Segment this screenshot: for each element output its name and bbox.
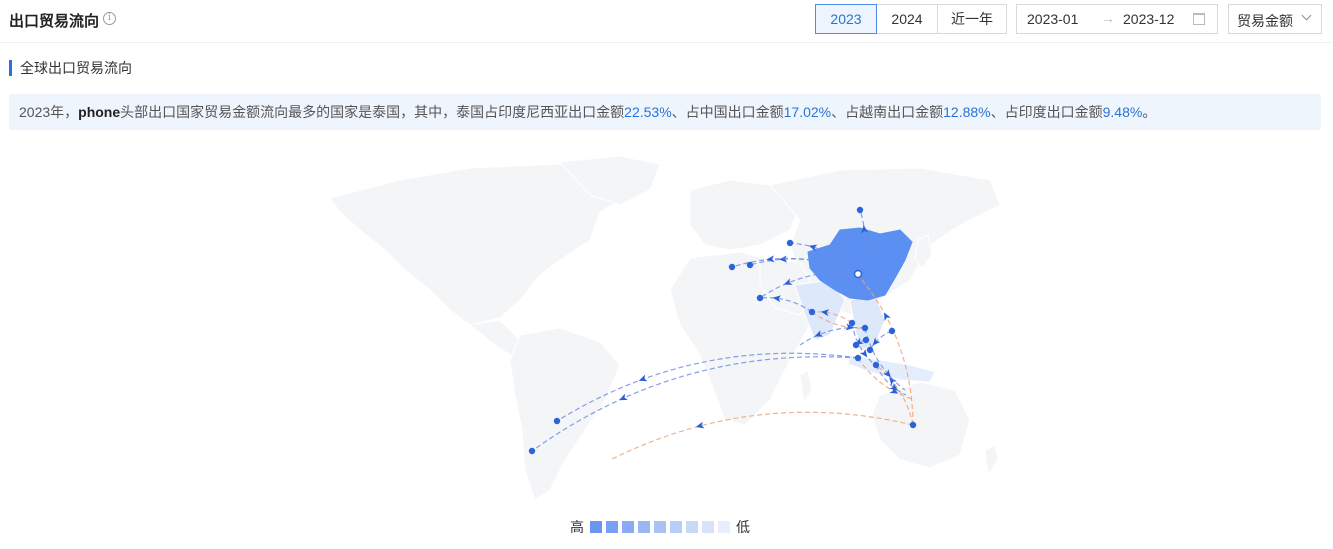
date-range-start[interactable]: 2023-01 [1027, 11, 1078, 27]
legend-swatch [622, 521, 634, 533]
summary-text3: 、占越南出口金额 [831, 104, 944, 120]
world-map-land [329, 155, 1001, 501]
flow-endpoint[interactable] [728, 263, 736, 271]
calendar-icon[interactable] [1193, 13, 1205, 25]
summary-text: 2023年，phone头部出口国家贸易金额流向最多的国家是泰国，其中，泰国占印度… [9, 94, 1321, 130]
summary-product: phone [78, 104, 121, 120]
summary-text1: 头部出口国家贸易金额流向最多的国家是泰国，其中，泰国占印度尼西亚出口金额 [120, 104, 625, 120]
tab-2024[interactable]: 2024 [876, 4, 938, 34]
summary-pct3: 12.88% [943, 104, 991, 120]
tab-last-year[interactable]: 近一年 [937, 4, 1007, 34]
summary-prefix: 2023年， [19, 104, 79, 120]
legend-swatch [670, 521, 682, 533]
flow-endpoint[interactable] [856, 206, 864, 214]
land-madagascar [799, 369, 813, 404]
section-title: 全球出口贸易流向 [9, 60, 132, 76]
page-header: 出口贸易流向 i 2023 2024 近一年 2023-01 → 2023-12… [0, 0, 1333, 43]
flow-endpoint[interactable] [746, 261, 754, 269]
flow-endpoint[interactable] [861, 324, 869, 332]
date-range-end[interactable]: 2023-12 [1123, 11, 1174, 27]
date-range-separator: → [1101, 10, 1115, 26]
flow-arrow-icon [695, 421, 705, 429]
legend-swatch [718, 521, 730, 533]
summary-banner: 2023年，phone头部出口国家贸易金额流向最多的国家是泰国，其中，泰国占印度… [9, 94, 1321, 130]
flow-endpoint[interactable] [866, 346, 874, 354]
land-new-zealand [984, 444, 999, 477]
flow-endpoint[interactable] [808, 308, 816, 316]
flow-endpoint[interactable] [909, 421, 917, 429]
chevron-down-icon[interactable] [1301, 10, 1312, 21]
tab-2023[interactable]: 2023 [815, 4, 877, 34]
legend-swatch [606, 521, 618, 533]
flow-origin-point[interactable] [853, 269, 863, 279]
summary-suffix: 。 [1142, 104, 1157, 120]
metric-select[interactable]: 贸易金额 [1228, 4, 1322, 34]
metric-select-value: 贸易金额 [1237, 13, 1293, 29]
flow-endpoint[interactable] [756, 294, 764, 302]
flow-endpoint[interactable] [786, 239, 794, 247]
flow-endpoint[interactable] [528, 447, 536, 455]
summary-text4: 、占印度出口金额 [990, 104, 1103, 120]
summary-pct2: 17.02% [783, 104, 832, 120]
flow-arrow-icon [619, 393, 628, 401]
land-south-america [509, 327, 621, 501]
summary-text2: 、占中国出口金额 [671, 104, 784, 120]
trade-flow-map[interactable] [0, 150, 1333, 512]
flow-arrow-icon [638, 374, 648, 382]
legend-swatch [702, 521, 714, 533]
legend-swatch [686, 521, 698, 533]
summary-pct1: 22.53% [624, 104, 672, 120]
date-range-picker[interactable]: 2023-01 → 2023-12 [1016, 4, 1218, 34]
flow-endpoint[interactable] [862, 336, 870, 344]
info-icon[interactable]: i [103, 12, 116, 25]
legend-swatch [654, 521, 666, 533]
flow-endpoint[interactable] [854, 354, 862, 362]
flow-endpoint[interactable] [888, 327, 896, 335]
land-australia [871, 381, 971, 469]
flow-endpoint[interactable] [848, 319, 856, 327]
year-tabs: 2023 2024 近一年 [815, 4, 1007, 34]
flow-endpoint[interactable] [872, 361, 880, 369]
flow-line [611, 411, 914, 460]
page-title: 出口贸易流向 [9, 13, 100, 30]
legend-high-label: 高 [570, 519, 584, 535]
map-legend: 高 低 [570, 518, 750, 536]
legend-swatch [638, 521, 650, 533]
flow-endpoint[interactable] [852, 341, 860, 349]
flow-endpoint[interactable] [553, 417, 561, 425]
legend-low-label: 低 [736, 519, 750, 535]
summary-pct4: 9.48% [1102, 104, 1143, 120]
legend-swatch [590, 521, 602, 533]
